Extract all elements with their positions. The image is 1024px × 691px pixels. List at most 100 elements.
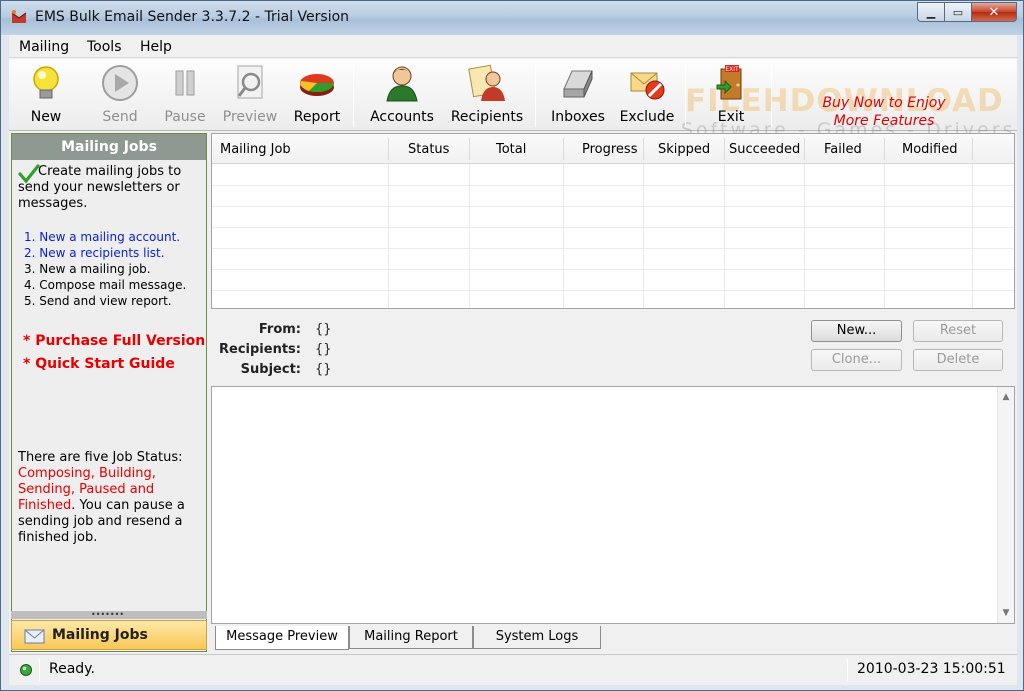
bottom-tabs: Message Preview Mailing Report System Lo… bbox=[211, 626, 1015, 650]
send-button[interactable]: Send bbox=[99, 61, 141, 129]
exclude-button[interactable]: Exclude bbox=[617, 61, 677, 129]
toolbar: FILEHDOWNLOAD Software - Games - Drivers… bbox=[9, 59, 1017, 141]
tab-mailing-report[interactable]: Mailing Report bbox=[349, 626, 473, 649]
step-send-view-report: 5. Send and view report. bbox=[24, 294, 172, 308]
inboxes-label: Inboxes bbox=[551, 109, 605, 125]
from-value: {} bbox=[315, 322, 332, 337]
grid-row-line bbox=[212, 185, 1014, 186]
message-preview-pane[interactable]: ▲ ▼ bbox=[211, 386, 1015, 624]
col-mailing-job[interactable]: Mailing Job bbox=[220, 142, 291, 157]
promo-line-1: Buy Now to Enjoy bbox=[822, 95, 946, 111]
recipients-icon bbox=[467, 63, 507, 103]
menu-bar: Mailing Tools Help bbox=[9, 35, 1017, 58]
column-divider bbox=[724, 138, 725, 160]
exit-button[interactable]: EXIT Exit bbox=[709, 61, 753, 129]
toolbar-separator bbox=[685, 65, 686, 127]
intro-text: Create mailing jobs to send your newslet… bbox=[18, 164, 182, 211]
col-progress[interactable]: Progress bbox=[582, 142, 637, 157]
new-label: New bbox=[30, 109, 62, 125]
window-title: EMS Bulk Email Sender 3.3.7.2 - Trial Ve… bbox=[35, 9, 350, 25]
status-separator bbox=[39, 659, 40, 681]
app-icon bbox=[11, 10, 27, 23]
minimize-button[interactable]: ▁ bbox=[917, 2, 944, 22]
steps-list: 1. New a mailing account. 2. New a recip… bbox=[24, 229, 186, 309]
col-succeeded[interactable]: Succeeded bbox=[729, 142, 800, 157]
recipients-label: Recipients: bbox=[219, 342, 301, 357]
delete-button[interactable]: Delete bbox=[913, 349, 1003, 371]
grid-row-line bbox=[212, 227, 1014, 228]
column-divider bbox=[469, 138, 470, 160]
grid-col-line bbox=[563, 164, 564, 308]
clone-button[interactable]: Clone... bbox=[811, 349, 902, 371]
status-separator bbox=[847, 659, 848, 681]
scroll-up-arrow-icon[interactable]: ▲ bbox=[998, 389, 1014, 405]
report-label: Report bbox=[293, 109, 341, 125]
recipients-label: Recipients bbox=[450, 109, 524, 125]
title-bar[interactable]: EMS Bulk Email Sender 3.3.7.2 - Trial Ve… bbox=[1, 1, 1023, 35]
user-account-icon bbox=[382, 63, 422, 103]
col-skipped[interactable]: Skipped bbox=[658, 142, 710, 157]
scroll-down-arrow-icon[interactable]: ▼ bbox=[998, 605, 1014, 621]
step-new-mailing-job: 3. New a mailing job. bbox=[24, 262, 151, 276]
status-bar: Ready. 2010-03-23 15:00:51 bbox=[9, 654, 1017, 684]
pause-button[interactable]: Pause bbox=[161, 61, 209, 129]
promo-line-2: More Features bbox=[833, 113, 935, 129]
subject-label: Subject: bbox=[240, 362, 301, 377]
lightbulb-icon bbox=[26, 63, 66, 103]
pause-label: Pause bbox=[164, 109, 206, 125]
close-button[interactable]: ✕ bbox=[971, 2, 1017, 22]
grip-dots: ••••••• bbox=[91, 610, 125, 619]
report-button[interactable]: Report bbox=[291, 61, 343, 129]
new-job-button[interactable]: New... bbox=[811, 320, 902, 342]
recipients-button[interactable]: Recipients bbox=[449, 61, 525, 129]
reset-button[interactable]: Reset bbox=[913, 320, 1003, 342]
preview-magnifier-icon bbox=[230, 63, 270, 103]
panel-splitter-grip[interactable]: ••••••• bbox=[11, 611, 207, 619]
vertical-scrollbar[interactable]: ▲ ▼ bbox=[997, 387, 1014, 623]
menu-mailing[interactable]: Mailing bbox=[19, 39, 69, 55]
grid-col-line bbox=[724, 164, 725, 308]
menu-help[interactable]: Help bbox=[140, 39, 172, 55]
step-compose-message: 4. Compose mail message. bbox=[24, 278, 187, 292]
recipients-value: {} bbox=[315, 342, 332, 357]
maximize-button[interactable]: ▭ bbox=[944, 2, 971, 22]
pause-icon bbox=[165, 63, 205, 103]
play-icon bbox=[100, 63, 140, 103]
purchase-full-version-link[interactable]: * Purchase Full Version bbox=[23, 330, 205, 353]
status-indicator-icon bbox=[20, 664, 32, 676]
mailing-jobs-grid[interactable]: Mailing Job Status Total Progress Skippe… bbox=[211, 133, 1015, 309]
from-label: From: bbox=[258, 322, 301, 337]
menu-tools[interactable]: Tools bbox=[87, 39, 122, 55]
new-button[interactable]: New bbox=[23, 61, 69, 129]
column-divider bbox=[388, 138, 389, 160]
app-window: EMS Bulk Email Sender 3.3.7.2 - Trial Ve… bbox=[0, 0, 1024, 691]
step-new-mailing-account[interactable]: 1. New a mailing account. bbox=[24, 229, 186, 245]
exit-door-icon: EXIT bbox=[711, 63, 751, 103]
column-divider bbox=[804, 138, 805, 160]
exclude-mail-icon bbox=[627, 63, 667, 103]
toolbar-separator bbox=[353, 65, 354, 127]
preview-button[interactable]: Preview bbox=[221, 61, 279, 129]
tab-system-logs[interactable]: System Logs bbox=[473, 626, 601, 649]
tab-message-preview[interactable]: Message Preview bbox=[215, 626, 349, 650]
quick-start-guide-link[interactable]: * Quick Start Guide bbox=[23, 353, 205, 376]
nav-mailing-jobs[interactable]: Mailing Jobs bbox=[11, 620, 207, 650]
grid-row-line bbox=[212, 248, 1014, 249]
col-total[interactable]: Total bbox=[496, 142, 526, 157]
grid-row-line bbox=[212, 206, 1014, 207]
grid-col-line bbox=[884, 164, 885, 308]
accounts-label: Accounts bbox=[370, 109, 434, 125]
send-label: Send bbox=[102, 109, 138, 125]
accounts-button[interactable]: Accounts bbox=[369, 61, 435, 129]
col-failed[interactable]: Failed bbox=[824, 142, 862, 157]
buy-now-promo[interactable]: Buy Now to Enjoy More Features bbox=[814, 94, 954, 130]
col-modified[interactable]: Modified bbox=[902, 142, 957, 157]
toolbar-separator bbox=[771, 65, 772, 127]
column-divider bbox=[884, 138, 885, 160]
inboxes-button[interactable]: Inboxes bbox=[549, 61, 607, 129]
col-status[interactable]: Status bbox=[408, 142, 449, 157]
minimize-icon: ▁ bbox=[926, 5, 936, 19]
job-details: From: {} Recipients: {} Subject: {} New.… bbox=[211, 313, 1015, 383]
column-divider bbox=[563, 138, 564, 160]
step-new-recipients-list[interactable]: 2. New a recipients list. bbox=[24, 245, 186, 261]
